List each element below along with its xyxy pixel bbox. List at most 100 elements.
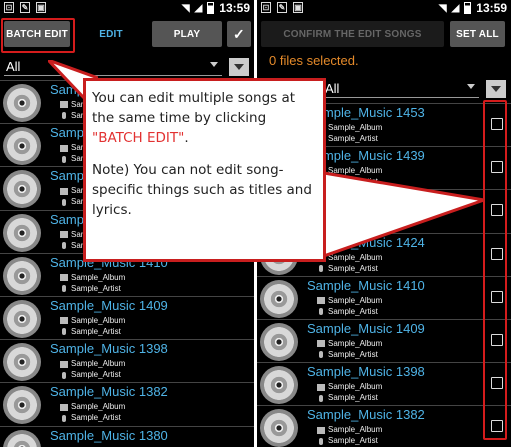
song-title: Sample_Music 1398 <box>307 364 425 380</box>
artist-name: Sample_Artist <box>71 370 121 380</box>
album-art-disc-icon <box>3 84 41 122</box>
song-row[interactable]: Sample_Music 1382 Sample_Album Sample_Arti… <box>257 405 511 447</box>
wifi-icon: ◥ <box>438 2 447 14</box>
artist-icon <box>319 351 323 359</box>
checkbox-column-highlight <box>483 100 507 440</box>
artist-name: Sample_Artist <box>328 393 378 403</box>
sort-button[interactable] <box>486 80 506 98</box>
artist-icon <box>319 264 323 272</box>
batch-edit-highlight-text: "BATCH EDIT" <box>92 130 185 146</box>
artist-icon <box>62 371 66 379</box>
album-name: Sample_Album <box>328 123 383 132</box>
image-notification-icon: ▣ <box>293 2 303 13</box>
album-name: Sample_Album <box>328 339 383 348</box>
album-art-disc-icon <box>260 279 298 318</box>
song-row[interactable]: Sample_Music 1410 Sample_Album Sample_Arti… <box>257 275 511 319</box>
album-art-disc-icon <box>3 256 41 295</box>
wifi-icon: ◥ <box>181 2 190 14</box>
artist-name: Sample_Artist <box>328 306 378 316</box>
callout-text-note: Note) You can not edit song-specific thi… <box>92 162 312 218</box>
notification-icon: ⊡ <box>4 2 14 13</box>
artist-name: Sample_Artist <box>328 436 378 446</box>
signal-icon: ◢ <box>451 2 460 14</box>
album-art-disc-icon <box>3 127 41 166</box>
album-icon <box>60 317 68 325</box>
artist-icon <box>319 308 323 316</box>
song-row[interactable]: Sample_Music 1380Sample_AlbumSample_Arti… <box>0 425 254 447</box>
album-icon <box>317 383 325 391</box>
album-art-disc-icon <box>260 323 298 361</box>
chevron-down-icon <box>491 86 501 92</box>
edit-notification-icon: ✎ <box>20 2 30 13</box>
song-row[interactable]: Sample_Music 1382 Sample_Album Sample_Arti… <box>0 382 254 426</box>
album-name: Sample_Album <box>328 382 383 392</box>
album-art-disc-icon <box>3 429 41 447</box>
album-name: Sample_Album <box>71 272 126 282</box>
album-icon <box>317 297 325 305</box>
edit-notification-icon: ✎ <box>277 2 287 13</box>
artist-icon <box>62 198 66 206</box>
album-name: Sample_Album <box>328 425 383 435</box>
edit-button[interactable]: EDIT <box>76 21 146 47</box>
sort-button[interactable] <box>229 58 249 76</box>
song-title: Sample_Music 1409 <box>50 298 168 313</box>
clock: 13:59 <box>476 1 507 15</box>
album-icon <box>60 101 68 109</box>
artist-icon <box>62 328 66 336</box>
album-icon <box>317 426 325 434</box>
artist-name: Sample_Artist <box>71 327 121 336</box>
artist-name: Sample_Artist <box>328 350 378 359</box>
tooltip-callout: You can edit multiple songs at the same … <box>83 78 326 262</box>
artist-icon <box>319 394 323 402</box>
batch-edit-highlight <box>1 18 75 53</box>
callout-text-batch: You can edit multiple songs at the same … <box>92 90 296 146</box>
album-icon <box>317 340 325 348</box>
dropdown-arrow-icon <box>467 84 475 89</box>
album-icon <box>60 187 68 195</box>
song-title: Sample_Music 1410 <box>307 277 425 293</box>
status-bar: ⊡ ✎ ▣ ◥ ◢ 13:59 <box>0 0 254 17</box>
dropdown-arrow-icon <box>210 62 218 67</box>
song-title: Sample_Music 1398 <box>50 341 168 357</box>
song-title: Sample_Music 1382 <box>50 384 168 400</box>
song-row[interactable]: Sample_Music 1398 Sample_Album Sample_Arti… <box>0 339 254 383</box>
album-icon <box>60 230 68 238</box>
album-name: Sample_Album <box>71 359 126 369</box>
notification-icon: ⊡ <box>261 2 271 13</box>
status-bar: ⊡ ✎ ▣ ◥ ◢ 13:59 <box>257 0 511 17</box>
selected-count: 0 files selected. <box>269 53 359 68</box>
album-art-disc-icon <box>3 386 41 425</box>
signal-icon: ◢ <box>194 2 203 14</box>
toolbar: CONFIRM THE EDIT SONGS SET ALL <box>257 18 511 50</box>
artist-icon <box>319 437 323 445</box>
song-row[interactable]: Sample_Music 1398 Sample_Album Sample_Arti… <box>257 362 511 406</box>
filter-value: All <box>325 81 340 96</box>
album-icon <box>60 274 68 282</box>
set-all-button[interactable]: SET ALL <box>450 21 505 47</box>
artist-icon <box>62 285 66 293</box>
song-title: Sample_Music 1380 <box>50 427 168 443</box>
album-name: Sample_Album <box>328 295 383 305</box>
album-name: Sample_Album <box>71 402 126 412</box>
song-title: Sample_Music 1409 <box>307 321 425 336</box>
album-icon <box>60 403 68 411</box>
song-row[interactable]: Sample_Music 1409 Sample_Album Sample_Arti… <box>0 296 254 339</box>
confirm-edit-button[interactable]: CONFIRM THE EDIT SONGS <box>261 21 444 47</box>
filter-value: All <box>6 59 21 74</box>
album-art-disc-icon <box>3 170 41 209</box>
artist-name: Sample_Artist <box>71 413 121 423</box>
album-icon <box>60 360 68 368</box>
clock: 13:59 <box>219 1 250 15</box>
album-art-disc-icon <box>3 300 41 338</box>
battery-icon <box>207 2 215 14</box>
album-name: Sample_Album <box>71 316 126 325</box>
play-button[interactable]: PLAY <box>152 21 222 47</box>
artist-icon <box>62 112 66 120</box>
filter-dropdown[interactable]: All <box>0 55 254 79</box>
song-row[interactable]: Sample_Music 1409 Sample_Album Sample_Arti… <box>257 319 511 362</box>
album-icon <box>60 144 68 152</box>
artist-icon <box>62 414 66 422</box>
song-title: Sample_Music 1382 <box>307 407 425 423</box>
artist-name: Sample_Artist <box>328 263 378 273</box>
check-button[interactable]: ✓ <box>227 21 251 47</box>
